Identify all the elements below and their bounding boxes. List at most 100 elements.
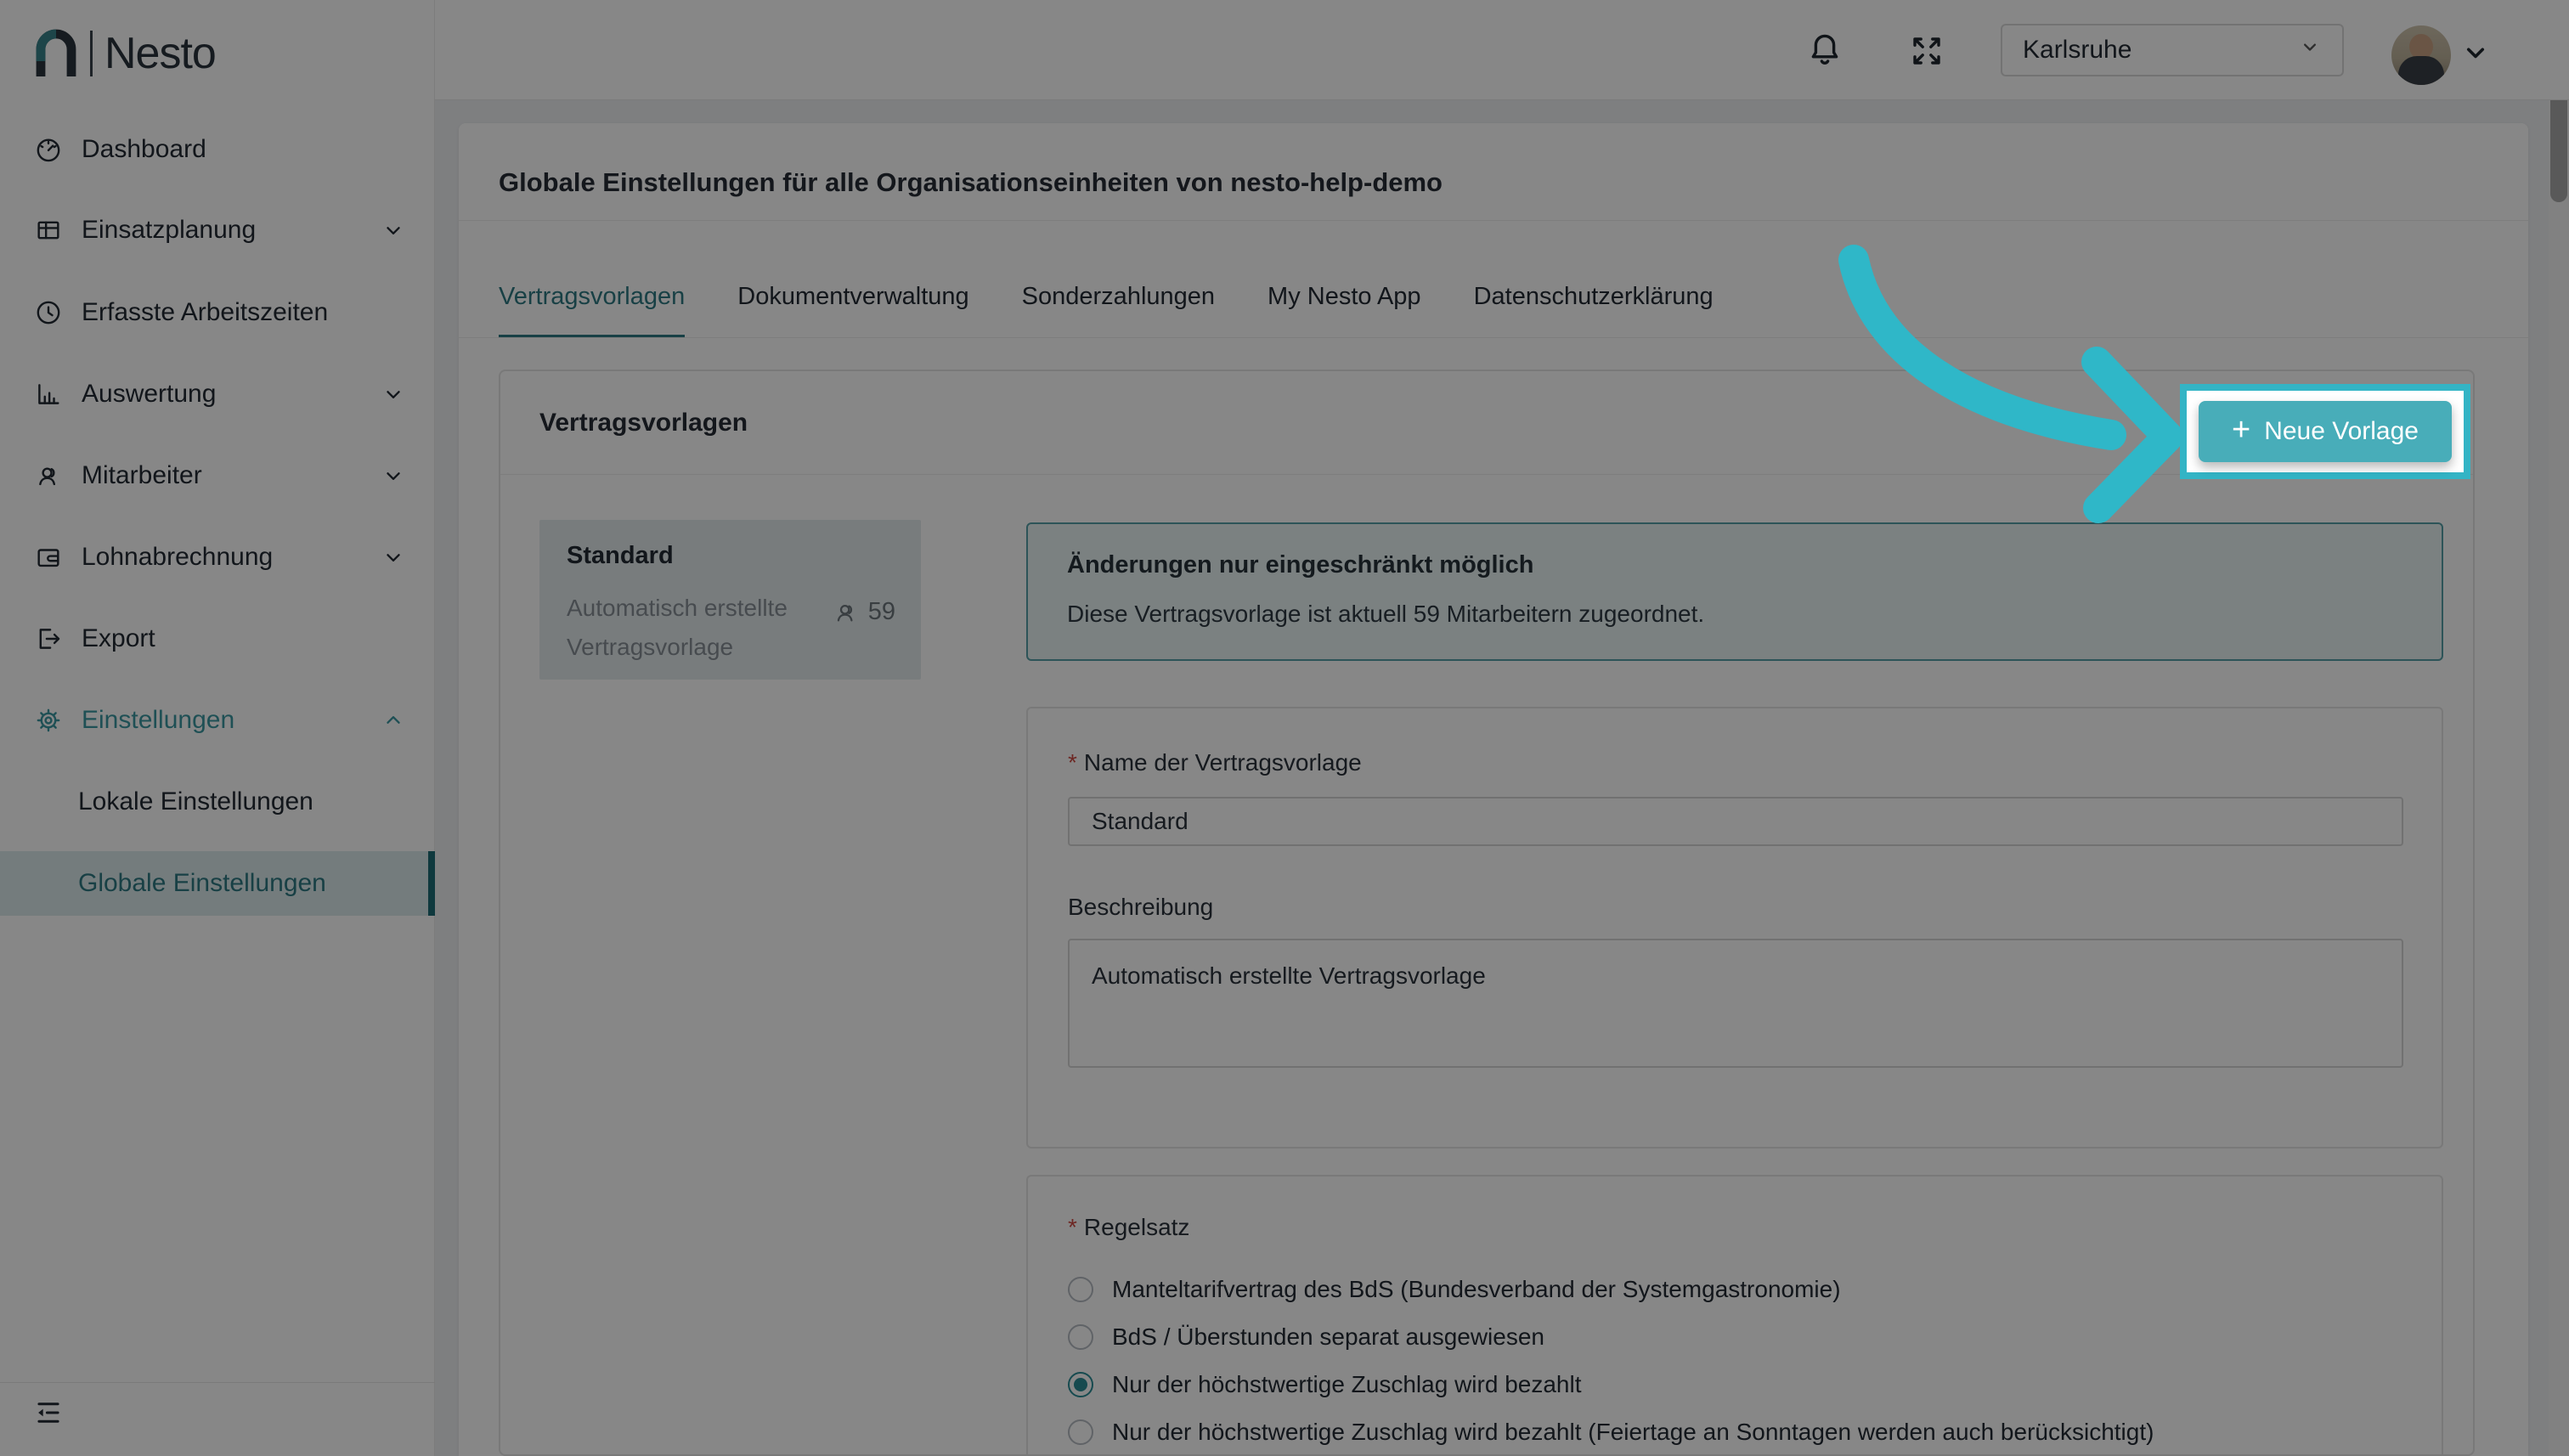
sidebar-item-label: Dashboard — [82, 135, 206, 164]
people-icon — [34, 461, 63, 490]
top-header: Karlsruhe — [435, 0, 2569, 100]
sidebar-item-label: Erfasste Arbeitszeiten — [82, 298, 328, 327]
sidebar-item-mitarbeiter[interactable]: Mitarbeiter — [0, 450, 435, 501]
radio-unchecked-icon — [1068, 1277, 1093, 1302]
nesto-logo-icon — [34, 27, 78, 80]
radio-checked-icon — [1068, 1372, 1093, 1397]
settings-tabs: Vertragsvorlagen Dokumentverwaltung Sond… — [499, 283, 1714, 338]
sidebar-item-label: Export — [82, 624, 155, 653]
tabs-divider — [459, 337, 2528, 338]
sidebar-item-einsatzplanung[interactable]: Einsatzplanung — [0, 205, 435, 256]
sidebar-item-label: Einsatzplanung — [82, 216, 256, 245]
sidebar-item-lokale-einstellungen[interactable]: Lokale Einstellungen — [0, 776, 435, 827]
vertragsvorlagen-panel: Vertragsvorlagen Standard Automatisch er… — [499, 370, 2475, 1456]
sidebar-item-label: Lohnabrechnung — [82, 543, 273, 572]
sidebar-item-globale-einstellungen[interactable]: Globale Einstellungen — [0, 851, 435, 916]
restricted-changes-notice: Änderungen nur eingeschränkt möglich Die… — [1026, 522, 2443, 661]
chevron-up-icon — [382, 709, 404, 731]
chevron-down-icon — [382, 383, 404, 405]
sidebar-item-label: Mitarbeiter — [82, 461, 202, 490]
sidebar-item-dashboard[interactable]: Dashboard — [0, 124, 435, 175]
notice-text: Diese Vertragsvorlage ist aktuell 59 Mit… — [1067, 601, 1704, 628]
notifications-bell-icon[interactable] — [1804, 29, 1845, 70]
fullscreen-expand-icon[interactable] — [1906, 31, 1947, 71]
sidebar-item-label: Auswertung — [82, 380, 216, 409]
sidebar-item-label: Einstellungen — [82, 706, 234, 735]
sidebar-footer-divider — [0, 1382, 435, 1383]
sidebar-item-einstellungen[interactable]: Einstellungen — [0, 695, 435, 746]
logo-wordmark: Nesto — [104, 28, 216, 79]
template-name: Standard — [567, 542, 674, 570]
tab-vertragsvorlagen[interactable]: Vertragsvorlagen — [499, 283, 685, 338]
user-avatar[interactable] — [2391, 25, 2451, 85]
sidebar-item-export[interactable]: Export — [0, 613, 435, 664]
panel-title: Vertragsvorlagen — [539, 409, 748, 437]
tab-my-nesto-app[interactable]: My Nesto App — [1268, 283, 1421, 338]
sidebar-item-auswertung[interactable]: Auswertung — [0, 369, 435, 420]
sidebar-item-erfasste-arbeitszeiten[interactable]: Erfasste Arbeitszeiten — [0, 287, 435, 338]
planning-grid-icon — [34, 216, 63, 245]
ruleset-option-label: Manteltarifvertrag des BdS (Bundesverban… — [1112, 1276, 1841, 1303]
new-template-button-label: Neue Vorlage — [2264, 417, 2419, 446]
location-select[interactable]: Karlsruhe — [2001, 24, 2344, 76]
notice-title: Änderungen nur eingeschränkt möglich — [1067, 551, 1533, 579]
chevron-down-icon — [382, 219, 404, 241]
description-textarea[interactable]: Automatisch erstellte Vertragsvorlage — [1068, 939, 2403, 1068]
plus-icon: + — [2232, 414, 2250, 446]
required-marker: * — [1068, 749, 1077, 776]
app-screen: Nesto Dashboard Einsatzplanung Erfasste … — [0, 0, 2569, 1456]
nesto-logo: Nesto — [34, 24, 216, 83]
name-input-value: Standard — [1092, 808, 1189, 835]
people-icon — [833, 599, 860, 626]
ruleset-option-1[interactable]: Manteltarifvertrag des BdS (Bundesverban… — [1068, 1273, 1841, 1306]
template-card-standard[interactable]: Standard Automatisch erstellte Vertragsv… — [539, 520, 921, 680]
highlight-frame: + Neue Vorlage — [2180, 384, 2470, 479]
description-field-label: Beschreibung — [1068, 894, 1213, 921]
tab-sonderzahlungen[interactable]: Sonderzahlungen — [1022, 283, 1215, 338]
gear-icon — [34, 706, 63, 735]
tab-dokumentverwaltung[interactable]: Dokumentverwaltung — [737, 283, 968, 338]
ruleset-form-section: *Regelsatz Manteltarifvertrag des BdS (B… — [1026, 1175, 2443, 1456]
title-divider — [459, 220, 2528, 221]
wallet-icon — [34, 543, 63, 572]
ruleset-option-2[interactable]: BdS / Überstunden separat ausgewiesen — [1068, 1320, 1544, 1354]
chevron-down-icon — [382, 465, 404, 487]
tab-datenschutzerklaerung[interactable]: Datenschutzerklärung — [1474, 283, 1714, 338]
assigned-employees-badge: 59 — [833, 598, 895, 626]
name-field-label: *Name der Vertragsvorlage — [1068, 749, 1362, 776]
sidebar: Nesto Dashboard Einsatzplanung Erfasste … — [0, 0, 435, 1456]
collapse-sidebar-icon[interactable] — [32, 1397, 65, 1429]
chevron-down-icon — [382, 546, 404, 568]
ruleset-option-label: BdS / Überstunden separat ausgewiesen — [1112, 1323, 1544, 1351]
description-textarea-value: Automatisch erstellte Vertragsvorlage — [1092, 962, 1486, 989]
panel-header: Vertragsvorlagen — [500, 371, 2473, 475]
template-description-line1: Automatisch erstellte — [567, 595, 788, 622]
name-input[interactable]: Standard — [1068, 797, 2403, 846]
ruleset-label: *Regelsatz — [1068, 1214, 1189, 1241]
template-description-line2: Vertragsvorlage — [567, 634, 733, 661]
dashboard-icon — [34, 135, 63, 164]
required-marker: * — [1068, 1214, 1077, 1240]
clock-icon — [34, 298, 63, 327]
user-menu-chevron-icon[interactable] — [2460, 37, 2491, 68]
main-content-card: Globale Einstellungen für alle Organisat… — [459, 123, 2528, 1456]
radio-unchecked-icon — [1068, 1419, 1093, 1445]
assigned-employees-count: 59 — [868, 598, 895, 626]
radio-unchecked-icon — [1068, 1324, 1093, 1350]
logo-divider — [90, 31, 93, 76]
location-select-value: Karlsruhe — [2023, 36, 2131, 65]
sidebar-item-lohnabrechnung[interactable]: Lohnabrechnung — [0, 532, 435, 583]
template-details-form-section: *Name der Vertragsvorlage Standard Besch… — [1026, 707, 2443, 1148]
export-icon — [34, 624, 63, 653]
ruleset-option-label: Nur der höchstwertige Zuschlag wird beza… — [1112, 1371, 1581, 1398]
ruleset-option-label: Nur der höchstwertige Zuschlag wird beza… — [1112, 1419, 2154, 1446]
ruleset-option-4[interactable]: Nur der höchstwertige Zuschlag wird beza… — [1068, 1415, 2154, 1449]
new-template-button[interactable]: + Neue Vorlage — [2199, 401, 2452, 462]
bar-chart-icon — [34, 380, 63, 409]
sidebar-item-label: Globale Einstellungen — [78, 869, 326, 898]
page-title: Globale Einstellungen für alle Organisat… — [499, 167, 1443, 198]
sidebar-item-label: Lokale Einstellungen — [78, 787, 313, 816]
scrollbar-track[interactable] — [2549, 0, 2569, 1456]
chevron-down-icon — [2298, 35, 2322, 65]
ruleset-option-3[interactable]: Nur der höchstwertige Zuschlag wird beza… — [1068, 1368, 1581, 1402]
